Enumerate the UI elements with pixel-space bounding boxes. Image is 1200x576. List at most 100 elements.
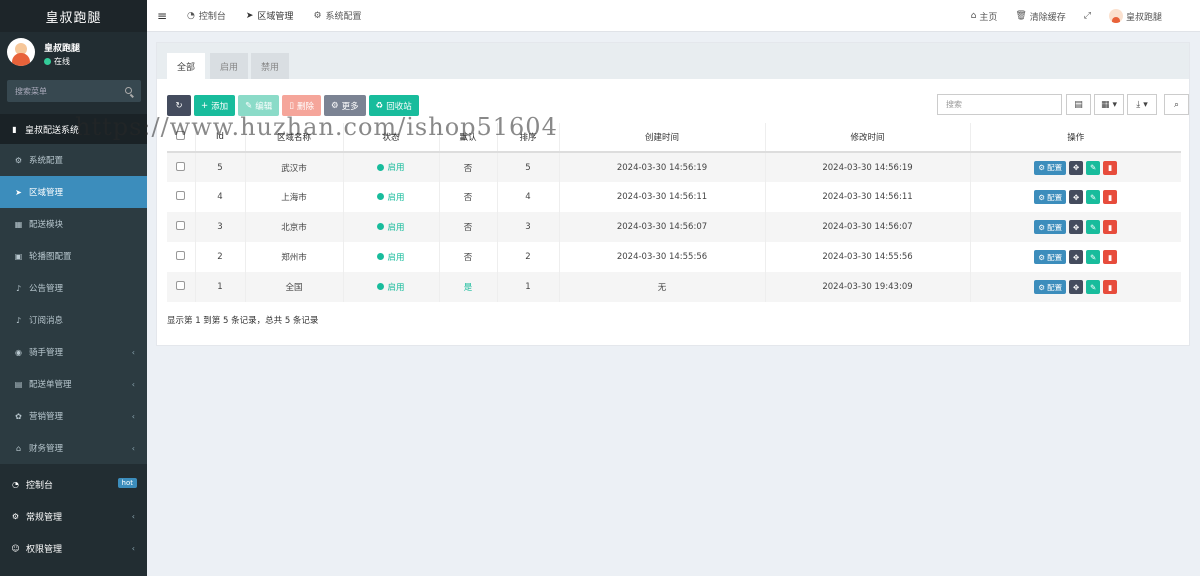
drag-sort-button[interactable]: ✥ bbox=[1069, 220, 1084, 234]
row-checkbox[interactable] bbox=[176, 281, 186, 290]
refresh-icon: ↻ bbox=[175, 100, 183, 111]
bell-icon: ♪ bbox=[15, 283, 22, 293]
table-row[interactable]: 1 全国 启用是 1 无 2024-03-30 19:43:09 ⚙ 配置 ✥ ✎ ▮ bbox=[167, 272, 1181, 302]
cell-status: 启用 bbox=[343, 242, 440, 272]
sidebar-item-region[interactable]: ➤ 区域管理 bbox=[0, 176, 147, 208]
online-dot-icon bbox=[44, 58, 51, 65]
config-label: 配置 bbox=[1047, 222, 1063, 232]
row-delete-button[interactable]: ▮ bbox=[1103, 280, 1118, 294]
sidebar-item-delivery-module[interactable]: ▦ 配送模块 bbox=[0, 208, 147, 240]
cell-name: 郑州市 bbox=[245, 242, 344, 272]
row-checkbox[interactable] bbox=[176, 191, 186, 200]
toggle-view-button[interactable]: ▤ bbox=[1066, 94, 1091, 115]
config-button[interactable]: ⚙ 配置 bbox=[1034, 220, 1067, 234]
config-button[interactable]: ⚙ 配置 bbox=[1034, 250, 1067, 264]
row-delete-button[interactable]: ▮ bbox=[1103, 250, 1118, 264]
tab-disabled[interactable]: 禁用 bbox=[251, 53, 290, 79]
sidebar-item-orders[interactable]: ▤ 配送单管理 ‹ bbox=[0, 368, 147, 400]
config-button[interactable]: ⚙ 配置 bbox=[1034, 160, 1067, 175]
tab-dashboard[interactable]: ◔ 控制台 bbox=[177, 0, 236, 32]
config-button[interactable]: ⚙ 配置 bbox=[1034, 280, 1067, 294]
table-row[interactable]: 4 上海市 启用否 4 2024-03-30 14:56:11 2024-03-30 14… bbox=[167, 182, 1181, 212]
user-menu[interactable]: 皇叔跑腿 bbox=[1100, 9, 1200, 23]
sidebar-item-carousel[interactable]: ▣ 轮播图配置 bbox=[0, 240, 147, 272]
gears-icon: ⚙ bbox=[1038, 252, 1046, 262]
clear-cache-button[interactable]: 🗑 清除缓存 bbox=[1006, 10, 1074, 23]
col-created[interactable]: 创建时间 bbox=[559, 123, 766, 153]
table-row[interactable]: 3 北京市 启用否 3 2024-03-30 14:56:07 2024-03-30 14… bbox=[167, 212, 1181, 242]
tab-system-config[interactable]: ⚙ 系统配置 bbox=[303, 0, 371, 32]
row-edit-button[interactable]: ✎ bbox=[1086, 160, 1101, 175]
drag-sort-button[interactable]: ✥ bbox=[1069, 280, 1084, 294]
menu-search-input[interactable] bbox=[7, 80, 117, 102]
col-updated[interactable]: 修改时间 bbox=[765, 123, 971, 153]
table-search-input[interactable] bbox=[937, 94, 1062, 115]
row-delete-button[interactable]: ▮ bbox=[1103, 160, 1118, 175]
cell-name: 全国 bbox=[245, 272, 344, 302]
sidebar-item-label: 配送单管理 bbox=[29, 380, 72, 390]
drag-sort-button[interactable]: ✥ bbox=[1069, 190, 1084, 204]
drag-sort-button[interactable]: ✥ bbox=[1069, 160, 1084, 175]
cell-id: 1 bbox=[195, 272, 246, 302]
advanced-search-button[interactable]: ⌕ bbox=[1164, 94, 1189, 115]
sidebar-item-marketing[interactable]: ✿ 营销管理 ‹ bbox=[0, 400, 147, 432]
sidebar-item-system-config[interactable]: ⚙ 系统配置 bbox=[0, 144, 147, 176]
trash-icon: ▮ bbox=[1108, 282, 1113, 292]
tab-region[interactable]: ➤ 区域管理 bbox=[236, 0, 304, 32]
sidebar-item-label: 公告管理 bbox=[29, 284, 64, 294]
sidebar-item-dashboard[interactable]: ◔ 控制台 hot bbox=[0, 468, 147, 500]
cell-sort: 2 bbox=[497, 242, 560, 272]
menu-toggle-icon[interactable]: ≡ bbox=[147, 9, 177, 23]
status-badge[interactable]: 启用 bbox=[377, 251, 405, 263]
sidebar-item-notice[interactable]: ♪ 公告管理 bbox=[0, 272, 147, 304]
chevron-left-icon: ‹ bbox=[131, 544, 135, 553]
sidebar-item-label: 系统配置 bbox=[29, 156, 64, 166]
home-link[interactable]: ⌂ 主页 bbox=[962, 10, 1007, 23]
status-badge[interactable]: 启用 bbox=[377, 221, 405, 233]
arrows-icon: ✥ bbox=[1072, 192, 1080, 202]
row-edit-button[interactable]: ✎ bbox=[1086, 280, 1101, 294]
cell-created: 无 bbox=[559, 272, 766, 302]
app-logo[interactable]: 皇叔跑腿 bbox=[0, 0, 147, 32]
gears-icon: ⚙ bbox=[1038, 192, 1046, 202]
cell-status: 启用 bbox=[343, 212, 440, 242]
sidebar-item-finance[interactable]: ⌂ 财务管理 ‹ bbox=[0, 432, 147, 464]
cell-id: 5 bbox=[195, 152, 246, 182]
sidebar-item-subscribe[interactable]: ♪ 订阅消息 bbox=[0, 304, 147, 336]
sidebar-item-general[interactable]: ⚙ 常规管理 ‹ bbox=[0, 500, 147, 532]
row-select-cell bbox=[167, 242, 196, 272]
status-badge[interactable]: 启用 bbox=[377, 281, 405, 293]
search-icon[interactable] bbox=[125, 87, 132, 94]
config-button[interactable]: ⚙ 配置 bbox=[1034, 190, 1067, 204]
drag-sort-button[interactable]: ✥ bbox=[1069, 250, 1084, 264]
sidebar-item-permission[interactable]: ☺ 权限管理 ‹ bbox=[0, 532, 147, 564]
fullscreen-button[interactable]: ⤢ bbox=[1075, 11, 1100, 21]
row-delete-button[interactable]: ▮ bbox=[1103, 190, 1118, 204]
columns-button[interactable]: ▦ ▾ bbox=[1094, 94, 1124, 115]
row-edit-button[interactable]: ✎ bbox=[1086, 190, 1101, 204]
row-checkbox[interactable] bbox=[176, 161, 186, 171]
sidebar-item-rider[interactable]: ◉ 骑手管理 ‹ bbox=[0, 336, 147, 368]
status-badge[interactable]: 启用 bbox=[377, 161, 405, 173]
recycle-label: 回收站 bbox=[386, 101, 412, 112]
tab-all[interactable]: 全部 bbox=[167, 53, 206, 79]
tab-label: 区域管理 bbox=[257, 12, 294, 22]
row-checkbox[interactable] bbox=[176, 221, 186, 230]
row-edit-button[interactable]: ✎ bbox=[1086, 220, 1101, 234]
cell-default: 是 bbox=[439, 272, 498, 302]
table-row[interactable]: 5 武汉市 启用否 5 2024-03-30 14:56:19 2024-03-30 14… bbox=[167, 152, 1181, 182]
download-icon: ⤓ bbox=[1136, 99, 1141, 110]
status-badge[interactable]: 启用 bbox=[377, 191, 405, 203]
export-button[interactable]: ⤓ ▾ bbox=[1127, 94, 1157, 115]
row-checkbox[interactable] bbox=[176, 251, 186, 260]
row-delete-button[interactable]: ▮ bbox=[1103, 220, 1118, 234]
recycle-icon: ♻ bbox=[375, 100, 384, 111]
chevron-left-icon: ‹ bbox=[131, 412, 135, 421]
cell-created: 2024-03-30 14:56:11 bbox=[559, 182, 766, 212]
cell-default: 否 bbox=[439, 152, 498, 182]
gear-icon: ⚙ bbox=[330, 100, 339, 111]
table-row[interactable]: 2 郑州市 启用否 2 2024-03-30 14:55:56 2024-03-30 14… bbox=[167, 242, 1181, 272]
tab-enabled[interactable]: 启用 bbox=[210, 53, 249, 79]
row-edit-button[interactable]: ✎ bbox=[1086, 250, 1101, 264]
config-label: 配置 bbox=[1047, 252, 1063, 262]
